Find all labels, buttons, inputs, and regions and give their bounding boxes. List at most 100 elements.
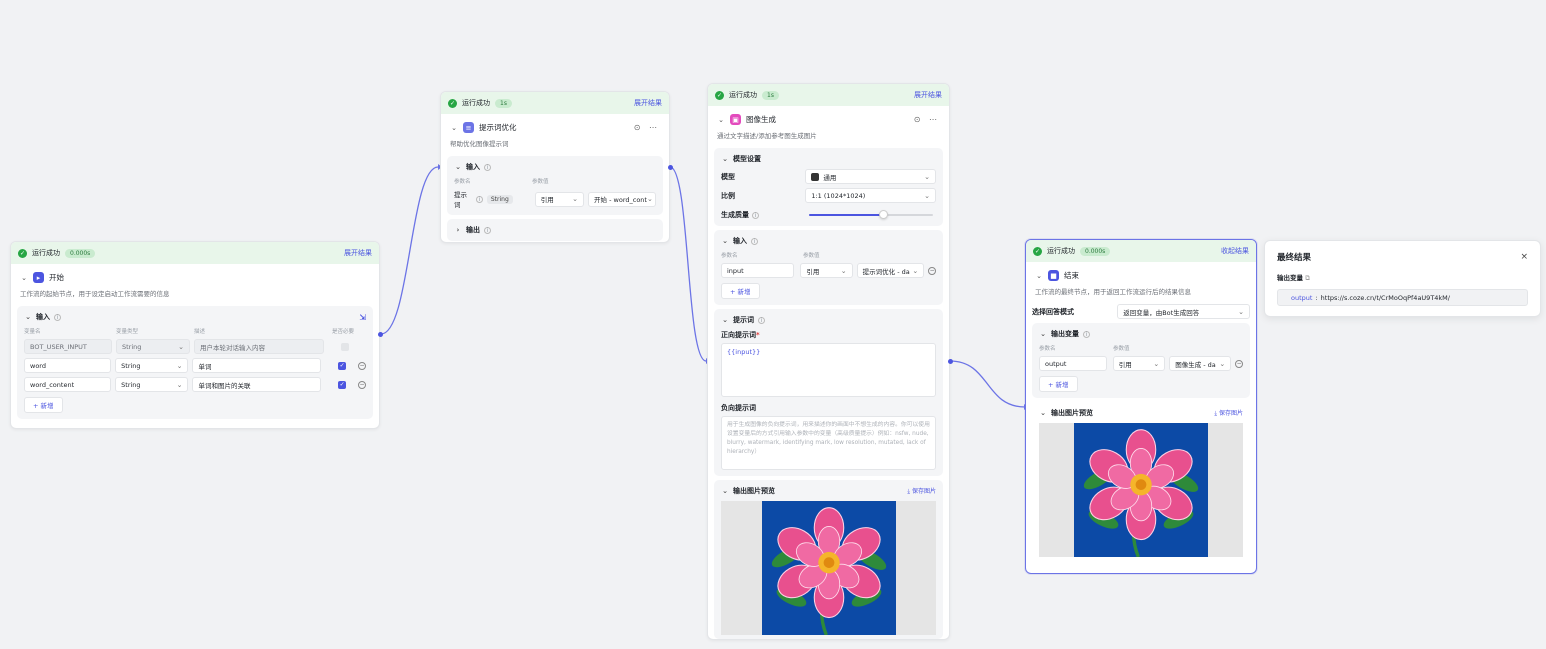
ratio-label: 比例	[721, 191, 735, 200]
image-generate-node[interactable]: ✓ 运行成功 1s 展开结果 ⌄ ▣ 图像生成 ⊙ ⋯ 通过文字描述/添加参考图…	[707, 83, 950, 640]
output-section: › 输出 i	[447, 219, 663, 241]
collapse-chevron-icon[interactable]: ⌄	[20, 274, 28, 282]
ratio-select[interactable]: 1:1 (1024*1024) ⌄	[805, 188, 936, 203]
status-label: 运行成功	[32, 249, 60, 257]
model-label: 模型	[721, 172, 735, 181]
expand-result-link[interactable]: 展开结果	[344, 248, 372, 258]
answer-mode-label: 选择回答模式	[1032, 307, 1074, 316]
info-icon[interactable]: i	[758, 316, 765, 324]
add-param-button[interactable]: + 新增	[721, 283, 760, 299]
required-checkbox[interactable]: ✓	[338, 361, 347, 370]
section-chevron-icon[interactable]: ⌄	[721, 237, 729, 245]
var-desc-input[interactable]: 单词和图片的关联	[192, 377, 322, 392]
slider-handle[interactable]	[879, 210, 889, 219]
output-port[interactable]	[948, 359, 953, 364]
node-actions[interactable]: ⊙ ⋯	[914, 115, 940, 124]
ref-value-select[interactable]: 开始 - word_cont ⌄	[588, 191, 656, 207]
add-output-button[interactable]: + 新增	[1039, 376, 1078, 392]
info-icon[interactable]: i	[752, 211, 759, 219]
remove-row-icon[interactable]: −	[928, 266, 936, 275]
var-desc-input[interactable]: 单词	[192, 358, 322, 373]
start-node[interactable]: ✓ 运行成功 0.000s 展开结果 ⌄ ▸ 开始 工作流的起始节点，用于设定启…	[10, 241, 380, 429]
section-chevron-icon[interactable]: ⌄	[1039, 409, 1047, 417]
preview-section: ⌄ 输出图片预览 ⤓ 保存图片	[1032, 402, 1250, 561]
info-icon[interactable]: i	[476, 195, 483, 203]
copy-icon[interactable]: ⧉	[1305, 274, 1310, 282]
var-type-select[interactable]: String ⌄	[115, 358, 189, 373]
remove-row-icon[interactable]: −	[358, 361, 366, 370]
remove-row-icon[interactable]: −	[358, 380, 366, 389]
ref-value-select[interactable]: 提示词优化 - da ⌄	[856, 263, 925, 278]
info-icon[interactable]: i	[54, 313, 61, 321]
section-chevron-icon[interactable]: ⌄	[721, 316, 729, 324]
required-checkbox[interactable]: ✓	[338, 380, 347, 389]
status-label: 运行成功	[462, 99, 490, 107]
ref-type-select[interactable]: 引用 ⌄	[800, 263, 853, 278]
col-header: 参数值	[803, 253, 820, 259]
positive-prompt-textarea[interactable]: {{input}}	[721, 343, 936, 397]
col-header: 参数名	[721, 253, 738, 259]
section-chevron-icon[interactable]: ⌄	[721, 155, 729, 163]
output-port[interactable]	[378, 332, 383, 337]
section-title: 输出图片预览	[1051, 409, 1093, 417]
save-image-button[interactable]: ⤓ 保存图片	[1214, 408, 1243, 418]
run-time-badge: 0.000s	[65, 248, 96, 258]
output-name-input[interactable]: output	[1039, 356, 1107, 371]
info-icon[interactable]: i	[484, 163, 491, 171]
output-var-label: 输出变量	[1277, 274, 1303, 282]
section-title: 输出	[466, 226, 480, 234]
success-check-icon: ✓	[448, 98, 457, 108]
image-preview	[1039, 423, 1243, 557]
var-type-select[interactable]: String ⌄	[115, 377, 189, 392]
section-chevron-icon[interactable]: ⌄	[1039, 330, 1047, 338]
answer-mode-select[interactable]: 返回变量，由Bot生成回答 ⌄	[1117, 304, 1250, 319]
save-image-button[interactable]: ⤓ 保存图片	[907, 486, 936, 496]
section-title: 输出变量	[1051, 330, 1079, 338]
info-icon[interactable]: i	[484, 226, 491, 234]
close-icon[interactable]: ×	[1520, 252, 1528, 262]
model-select[interactable]: 通用 ⌄	[805, 169, 936, 184]
required-checkbox	[341, 342, 349, 351]
negative-prompt-textarea[interactable]: 用于生成图像的负向提示词，用来描述你的画面中不想生成的内容。你可以使用设置变量后…	[721, 416, 936, 470]
var-name-input[interactable]: word	[24, 358, 112, 373]
collapse-chevron-icon[interactable]: ⌄	[1035, 272, 1043, 280]
input-section: ⌄ 输入 i 参数名 参数值 提示词 i String 引用 ⌄ 开始 - wor…	[447, 156, 663, 215]
ref-value-select[interactable]: 图像生成 - da ⌄	[1169, 356, 1232, 371]
collapse-result-link[interactable]: 收起结果	[1221, 246, 1249, 256]
node-actions[interactable]: ⊙ ⋯	[634, 123, 660, 132]
section-title: 模型设置	[733, 155, 761, 163]
input-section: ⌄ 输入 i ⇲ 变量名 变量类型 描述 是否必要 BOT_USER_INPUT…	[17, 306, 373, 419]
info-icon[interactable]: i	[751, 237, 758, 245]
ref-type-select[interactable]: 引用 ⌄	[534, 191, 585, 207]
param-name-input[interactable]: input	[721, 263, 795, 278]
col-header: 是否必要	[332, 329, 355, 335]
param-row: 提示词 i String 引用 ⌄ 开始 - word_cont ⌄	[454, 189, 656, 209]
section-chevron-icon[interactable]: ›	[454, 226, 462, 234]
prompt-optimize-node[interactable]: ✓ 运行成功 1s 展开结果 ⌄ ≡ 提示词优化 ⊙ ⋯ 帮助优化图像提示词 ⌄…	[440, 91, 670, 243]
preview-section: ⌄ 输出图片预览 ⤓ 保存图片	[714, 480, 943, 639]
output-url[interactable]: https://s.coze.cn/t/CrMoOqPf4aU9T4kM/	[1321, 294, 1450, 302]
collapse-chevron-icon[interactable]: ⌄	[717, 116, 725, 124]
status-label: 运行成功	[1047, 247, 1075, 255]
table-row: word_content String ⌄ 单词和图片的关联 ✓ −	[24, 377, 366, 392]
add-variable-button[interactable]: + 新增	[24, 397, 63, 413]
expand-result-link[interactable]: 展开结果	[914, 90, 942, 100]
col-header: 参数名	[454, 179, 471, 185]
workflow-canvas[interactable]: ✓ 运行成功 0.000s 展开结果 ⌄ ▸ 开始 工作流的起始节点，用于设定启…	[0, 0, 1546, 649]
success-check-icon: ✓	[18, 248, 27, 258]
section-chevron-icon[interactable]: ⌄	[24, 313, 32, 321]
var-name-input[interactable]: word_content	[24, 377, 112, 392]
quality-slider[interactable]	[809, 210, 933, 219]
section-chevron-icon[interactable]: ⌄	[721, 487, 729, 495]
status-label: 运行成功	[729, 91, 757, 99]
import-icon[interactable]: ⇲	[359, 313, 366, 322]
end-node[interactable]: ✓ 运行成功 0.000s 收起结果 ⌄ ■ 结束 工作流的最终节点，用于返回工…	[1025, 239, 1257, 574]
ref-type-select[interactable]: 引用 ⌄	[1112, 356, 1166, 371]
expand-result-link[interactable]: 展开结果	[634, 98, 662, 108]
section-chevron-icon[interactable]: ⌄	[454, 163, 462, 171]
output-port[interactable]	[668, 165, 673, 170]
image-node-icon: ▣	[730, 114, 741, 125]
info-icon[interactable]: i	[1083, 330, 1090, 338]
remove-row-icon[interactable]: −	[1235, 359, 1243, 368]
collapse-chevron-icon[interactable]: ⌄	[450, 124, 458, 132]
